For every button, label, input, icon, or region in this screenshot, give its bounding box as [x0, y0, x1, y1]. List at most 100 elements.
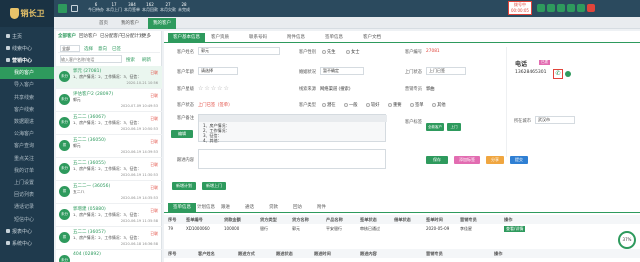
sidebar-item[interactable]: 公海客户 [0, 128, 54, 140]
list-item[interactable]: 未分 郭增建 (05880) 1、房产情况：2、工作情况：3、征信： 2020-06-… [56, 204, 162, 227]
sidebar-item[interactable]: 主页 [0, 30, 54, 42]
save-button[interactable]: 保存 [426, 156, 448, 164]
user-icon[interactable] [577, 4, 585, 12]
add-visit-button[interactable]: 新增上门 [202, 182, 226, 190]
list-tab[interactable]: 已分配客户 [100, 33, 123, 39]
table-cell: 2020-05-09 [426, 226, 450, 231]
sidebar-item[interactable]: 数据跟进 [0, 115, 54, 127]
edit-note-button[interactable]: 编辑 [171, 130, 193, 138]
search-button[interactable]: 搜索 [126, 57, 135, 63]
gender-radio-female[interactable]: 女士 [346, 49, 360, 55]
list-item[interactable]: 未分 404 (02892) [56, 250, 162, 262]
sidebar-item[interactable]: 客户查询 [0, 140, 54, 152]
list-tab[interactable]: 更多 [142, 33, 151, 39]
bottom-tab[interactable]: 回访 [288, 203, 307, 212]
settings-icon[interactable] [567, 4, 575, 12]
tag-visit[interactable]: 上门 [447, 123, 461, 131]
sidebar-item[interactable]: 上门设置 [0, 176, 54, 188]
sidebar-item[interactable]: 报表中心 [0, 225, 54, 237]
sidebar-item[interactable]: 导入客户 [0, 79, 54, 91]
type-option-label: 较好 [371, 103, 380, 108]
remark-textarea[interactable] [198, 149, 386, 169]
marital-select[interactable]: 暂不确定 [320, 67, 364, 75]
sidebar-item-label: 客户查询 [14, 143, 35, 150]
type-radio[interactable]: 一般 [344, 102, 358, 108]
list-item-tag: 已联 [150, 208, 158, 213]
logout-icon[interactable] [587, 4, 595, 12]
type-radio[interactable]: 较好 [366, 102, 380, 108]
phone-icon[interactable] [537, 4, 545, 12]
visit-select[interactable]: 上门已签 [426, 67, 466, 75]
share-button[interactable]: 分享 [486, 156, 504, 164]
list-tab[interactable]: 回访客户 [79, 33, 97, 39]
name-input[interactable]: 郭元 [198, 47, 280, 55]
add-plan-button[interactable]: 新增计划 [172, 182, 196, 190]
sidebar-item[interactable]: 线索中心 [0, 42, 54, 54]
search-input[interactable] [60, 55, 122, 63]
list-item[interactable]: 未分 评估客户2 (28097) 郭元 2020-07-09 10:49:53 已联 [56, 89, 162, 112]
add-tag-button[interactable]: 添加标签 [454, 156, 480, 164]
bottom-tab[interactable]: 通话 [240, 203, 259, 212]
tab-my-customers[interactable]: 我的客户 [116, 18, 144, 29]
detail-tab[interactable]: 客户资质 [206, 33, 234, 42]
type-radio[interactable]: 签单 [410, 102, 424, 108]
detail-tab[interactable]: 客户文档 [358, 33, 386, 42]
sidebar-item[interactable]: 共享线索 [0, 91, 54, 103]
list-item[interactable]: 未分 五二二 (36055) 1、房产情况：2、工作情况：3、征信： 2020-06-… [56, 158, 162, 181]
tab-my-customers-active[interactable]: 我的客户 [148, 18, 176, 29]
type-radio[interactable]: 其他 [432, 102, 446, 108]
bell-icon[interactable] [557, 4, 565, 12]
message-icon[interactable] [547, 4, 555, 12]
list-tab[interactable]: 已分配计划 [121, 33, 144, 39]
menu-toggle-icon[interactable] [58, 4, 67, 13]
detail-tab[interactable]: 联系号码 [244, 33, 272, 42]
sidebar-item[interactable]: 回访列表 [0, 189, 54, 201]
type-radio[interactable]: 潜在 [322, 102, 336, 108]
call-settings-icon[interactable] [565, 71, 571, 77]
tab-home[interactable]: 首页 [94, 18, 113, 29]
list-item[interactable]: 未分 郭元 (27081) 1、房产情况：2、工作情况：3、征信： 2020-10-2… [56, 66, 162, 89]
sidebar-item[interactable]: 客户线索 [0, 103, 54, 115]
sidebar-item[interactable]: 我的订单 [0, 164, 54, 176]
top-stat[interactable]: 6 今日待办 [88, 2, 104, 12]
sidebar-item[interactable]: 系统中心 [0, 237, 54, 249]
type-radio[interactable]: 重要 [388, 102, 402, 108]
note-textarea[interactable]: 1、房产情况： 2、工作情况： 3、征信： 4、其他： [198, 114, 387, 143]
filter-option-signed[interactable]: 已签 [112, 46, 121, 52]
tag-full-payment[interactable]: 全款客户 [426, 123, 444, 131]
sidebar-item[interactable]: 通话记录 [0, 201, 54, 213]
sidebar-item-label: 公海客户 [14, 131, 35, 138]
star-rating[interactable]: ☆☆☆☆☆ [198, 85, 230, 92]
bottom-tab[interactable]: 贷款 [264, 203, 283, 212]
list-item[interactable]: 拨五二二 (36050) 郭元 2020-06-19 14:39:53 已联 [56, 135, 162, 158]
submit-button[interactable]: 提交 [510, 156, 528, 164]
view-detail-button[interactable]: 查看/详情 [504, 226, 526, 232]
top-stat[interactable]: 384 本月签单 [124, 2, 140, 12]
filter-select[interactable]: 全部 [60, 45, 80, 52]
detail-tab[interactable]: 客户基本信息 [168, 33, 205, 42]
list-item[interactable]: 拨五二二一 (36056) 五二八 2020-06-19 14:35:53 已联 [56, 181, 162, 204]
bottom-tab[interactable]: 附件 [312, 203, 331, 212]
age-select[interactable]: 请选择 [198, 67, 238, 75]
top-stat[interactable]: 17 本月上门 [106, 2, 122, 12]
list-item[interactable]: 未分 五二二 (36067) 1、房产情况：2、工作情况：3、征信： 2020-06-… [56, 112, 162, 135]
top-stat[interactable]: 28 未完成 [178, 2, 190, 12]
detail-tab[interactable]: 附件信息 [282, 33, 310, 42]
list-tab[interactable]: 全部客户 [58, 33, 76, 39]
sidebar-item[interactable]: 我的客户 [0, 66, 54, 79]
refresh-button[interactable]: 刷新 [142, 57, 151, 63]
bottom-tab[interactable]: 跟进 [216, 203, 235, 212]
filter-option-choose[interactable]: 选择 [84, 46, 93, 52]
top-stat[interactable]: 162 本月回款 [142, 2, 158, 12]
sidebar-item[interactable]: 重点关注 [0, 152, 54, 164]
home-icon[interactable] [71, 5, 78, 12]
city-select[interactable]: 武汉市 [535, 116, 575, 124]
filter-option-intent[interactable]: 意向 [98, 46, 107, 52]
sidebar-item[interactable]: 营销中心 [0, 54, 54, 66]
detail-tab[interactable]: 签单信息 [320, 33, 348, 42]
dial-phone-icon[interactable]: ✆ [553, 69, 563, 79]
list-item[interactable]: 拨五二二 (36057) 1、房产情况：2、工作情况：3、征信： 2020-06-1… [56, 227, 162, 250]
gender-radio-male[interactable]: 先生 [322, 49, 336, 55]
top-stat[interactable]: 27 本月欠款 [160, 2, 176, 12]
sidebar-item[interactable]: 短信中心 [0, 213, 54, 225]
